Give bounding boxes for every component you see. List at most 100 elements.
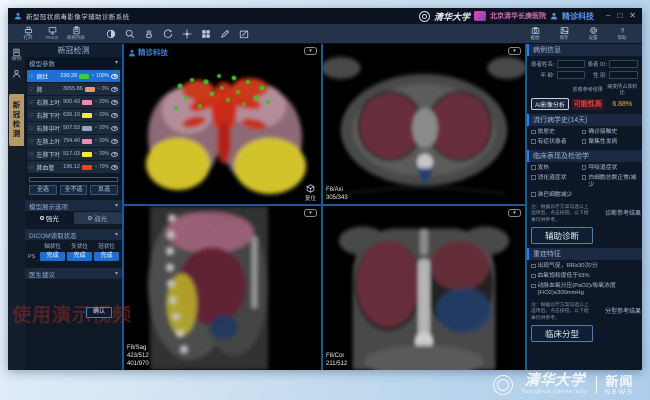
checkbox-item[interactable]: 旅居史	[531, 129, 580, 136]
close-button[interactable]: ✕	[629, 12, 636, 20]
patient-name-input[interactable]	[557, 60, 586, 68]
segment-row[interactable]: 右肺中叶 507.53 20%	[27, 122, 120, 134]
checkbox[interactable]	[582, 139, 587, 144]
tab-covid-detection[interactable]: 新冠检测	[9, 94, 24, 146]
checkbox[interactable]	[582, 175, 587, 180]
layout-grid-icon[interactable]	[201, 29, 211, 39]
help-button[interactable]: ? 帮助	[610, 26, 634, 41]
color-swatch[interactable]	[82, 126, 92, 131]
screenshot-button[interactable]: 截图	[523, 26, 547, 41]
visibility-eye-icon[interactable]	[111, 126, 118, 131]
visibility-eye-icon[interactable]	[111, 152, 118, 157]
color-swatch[interactable]	[82, 139, 92, 144]
sagittal-ct-slice[interactable]	[124, 206, 321, 370]
viewport-menu-button[interactable]	[508, 209, 521, 217]
segment-row[interactable]: 肺血管 196.12 70%	[27, 161, 120, 173]
color-swatch[interactable]	[82, 165, 92, 170]
doctor-advice-section[interactable]: 医生建议	[25, 268, 122, 279]
color-swatch[interactable]	[82, 152, 92, 157]
3d-lung-render[interactable]	[124, 44, 321, 204]
segment-row[interactable]: 左肺上叶 794.40 20%	[27, 135, 120, 147]
invert-selection-button[interactable]: 反选	[90, 185, 118, 195]
checkbox-item[interactable]: 确诊接触史	[582, 129, 638, 136]
checkbox[interactable]	[531, 264, 536, 269]
patient-id-input[interactable]	[609, 60, 638, 68]
checkbox[interactable]	[531, 139, 536, 144]
model-params-dropdown[interactable]: 模型参数	[25, 57, 122, 68]
checkbox[interactable]	[531, 165, 536, 170]
dicom-status-section[interactable]: DICOM读取状态	[25, 229, 122, 240]
checkbox-item[interactable]: 淋巴细胞减少	[531, 192, 580, 199]
settings-button[interactable]: 设置	[581, 26, 605, 41]
color-swatch[interactable]	[82, 100, 92, 105]
select-none-button[interactable]: 全不选	[60, 185, 88, 195]
checkbox-item[interactable]: 血氧饱和度低于93%	[531, 273, 638, 280]
assist-diagnosis-button[interactable]: 辅助诊断	[531, 227, 593, 244]
checkbox[interactable]	[582, 130, 587, 135]
confirm-button[interactable]: 确认	[86, 307, 112, 318]
viewport-menu-button[interactable]	[304, 209, 317, 217]
checkbox-item[interactable]: 消化道症状	[531, 175, 580, 189]
visibility-eye-icon[interactable]	[111, 100, 118, 105]
viewport-axial[interactable]: F8/Axi 305/343	[323, 44, 525, 204]
measure-pencil-icon[interactable]	[220, 29, 230, 39]
checkbox-item[interactable]: 动脉血氧分压(PaO2)/吸氧浓度(FiO2)≤300mmHg	[531, 283, 638, 297]
visibility-eye-icon[interactable]	[111, 113, 118, 118]
pan-hand-icon[interactable]	[144, 29, 154, 39]
checkbox[interactable]	[582, 165, 587, 170]
viewport-menu-button[interactable]	[508, 47, 521, 55]
checkbox-item[interactable]: 有症状患者	[531, 139, 580, 146]
checkbox[interactable]	[531, 175, 536, 180]
segment-row[interactable]: 右肺上叶 900.43 20%	[27, 96, 120, 108]
case-list-button[interactable]: 病例列表	[64, 26, 88, 41]
tab-strong-light[interactable]: 强光	[25, 212, 74, 224]
checkbox[interactable]	[531, 284, 536, 289]
visibility-eye-icon[interactable]	[111, 74, 118, 79]
clinical-classification-button[interactable]: 临床分型	[531, 325, 593, 342]
reset-view-control[interactable]: 复位	[305, 184, 316, 202]
save-button[interactable]: 保存	[552, 26, 576, 41]
annotate-icon[interactable]	[239, 29, 249, 39]
checkbox-item[interactable]: 出现气促，RR≥30次/分	[531, 263, 638, 270]
segment-row[interactable]: 病灶 230.28 100%	[27, 70, 120, 82]
checkbox-item[interactable]: 呼吸道症状	[582, 165, 638, 172]
rotate-icon[interactable]	[163, 29, 173, 39]
minimize-button[interactable]: –	[606, 12, 610, 20]
select-all-button[interactable]: 全选	[29, 185, 57, 195]
color-swatch[interactable]	[85, 87, 95, 92]
maximize-button[interactable]: □	[617, 12, 622, 20]
coronal-ct-slice[interactable]	[323, 206, 525, 370]
checkbox[interactable]	[531, 192, 536, 197]
zoom-icon[interactable]	[125, 29, 135, 39]
segment-row[interactable]: 肺 3055.86 0%	[27, 83, 120, 95]
segment-row[interactable]: 左肺下叶 517.03 20%	[27, 148, 120, 160]
checkbox[interactable]	[531, 274, 536, 279]
checkbox-item[interactable]: 发热	[531, 165, 580, 172]
display-options-section[interactable]: 模型展示选项	[25, 200, 122, 211]
gender-input[interactable]	[609, 71, 638, 79]
crosshair-icon[interactable]	[182, 29, 192, 39]
open-button[interactable]: 打开	[16, 26, 40, 41]
contrast-icon[interactable]	[106, 29, 116, 39]
visibility-eye-icon[interactable]	[111, 87, 118, 92]
sidebar-item-patient[interactable]	[12, 69, 21, 78]
pacs-button[interactable]: PACS	[40, 26, 64, 41]
color-swatch[interactable]	[82, 113, 92, 118]
checkbox-item[interactable]: 白细胞总数正常/减少	[582, 175, 638, 189]
ai-analysis-button[interactable]: AI影像分析	[531, 98, 569, 110]
color-swatch[interactable]	[79, 74, 89, 79]
checkbox-item[interactable]: 聚集性发病	[582, 139, 638, 146]
axial-ct-slice[interactable]	[323, 44, 525, 204]
visibility-eye-icon[interactable]	[111, 165, 118, 170]
visibility-eye-icon[interactable]	[111, 139, 118, 144]
tab-weak-light[interactable]: 弱光	[74, 212, 123, 224]
age-input[interactable]	[557, 71, 586, 79]
segment-row[interactable]: 右肺下叶 636.10 20%	[27, 109, 120, 121]
checkbox[interactable]	[531, 130, 536, 135]
viewport-3d[interactable]: 精诊科技 复位	[124, 44, 321, 204]
viewport-coronal[interactable]: F8/Cor 211/512	[323, 206, 525, 370]
viewport-sagittal[interactable]: F8/Sag 423/512 401/970	[124, 206, 321, 370]
dicom-col-coronal: 冠状位	[94, 242, 119, 250]
viewport-menu-button[interactable]	[304, 47, 317, 55]
sidebar-item-case[interactable]: 病例	[11, 48, 21, 63]
